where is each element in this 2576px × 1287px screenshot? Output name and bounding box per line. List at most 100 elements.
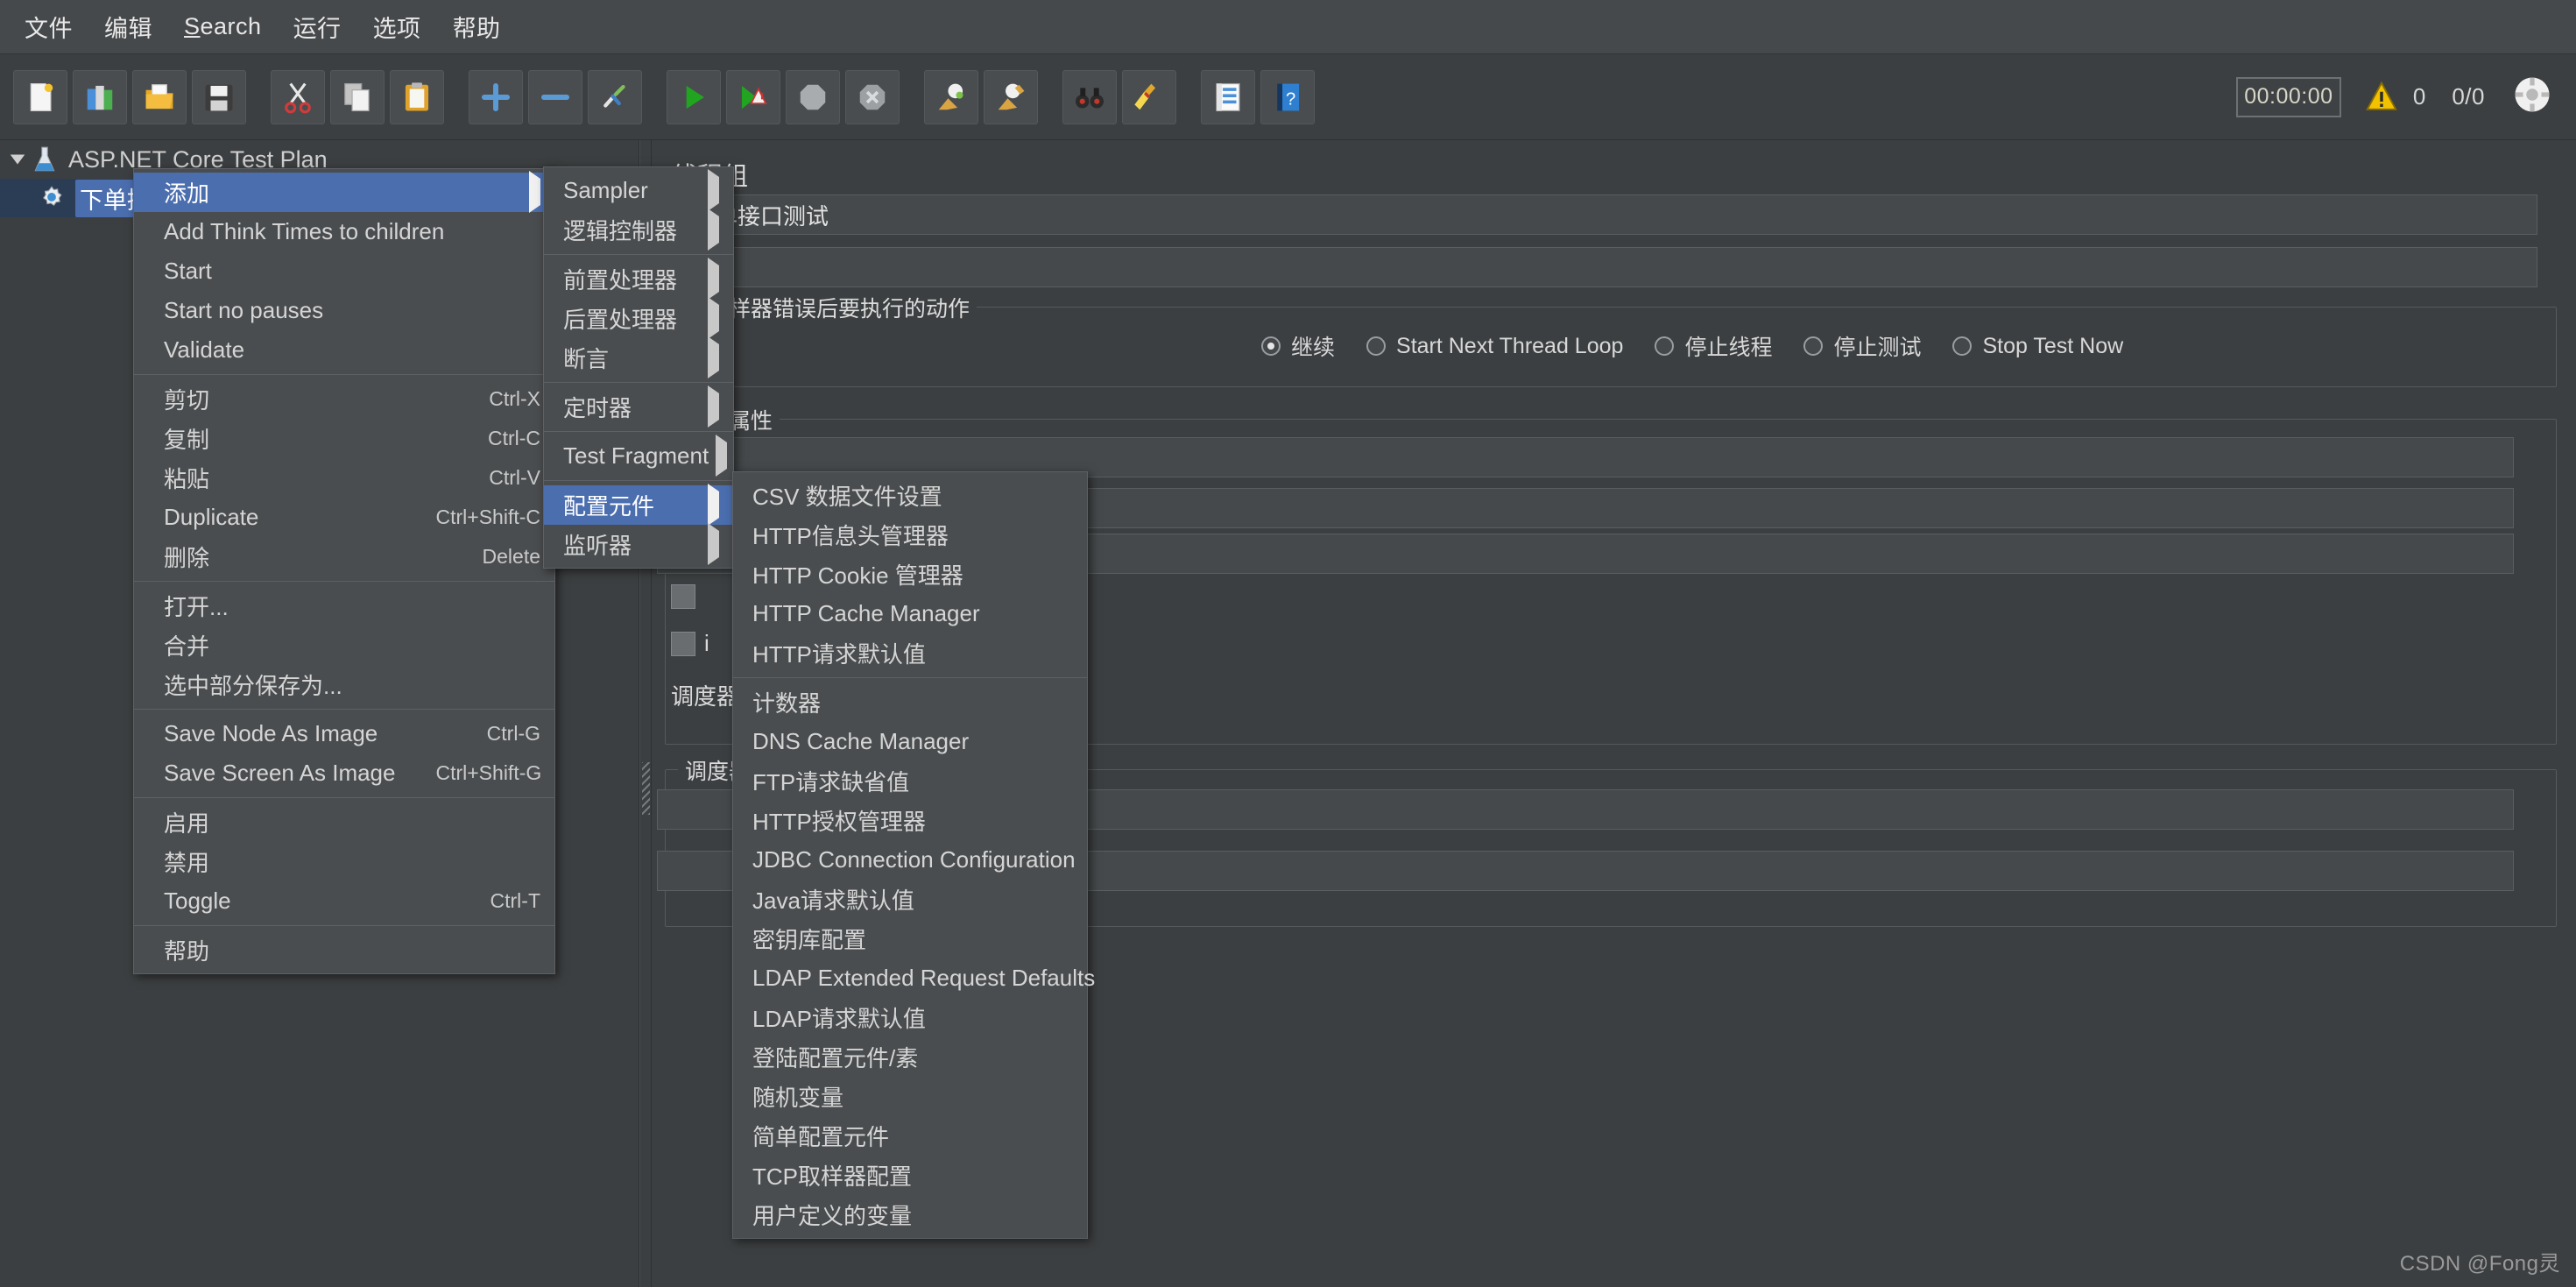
- config-submenu-item-simple-config-element[interactable]: 简单配置元件: [733, 1116, 1087, 1156]
- config-submenu-item-dns-cache-manager[interactable]: DNS Cache Manager: [733, 722, 1087, 761]
- menu-help[interactable]: 帮助: [437, 4, 517, 49]
- radio-stop-test-now[interactable]: Stop Test Now: [1952, 334, 2123, 359]
- context-menu-item-save-node-as-image[interactable]: Save Node As Image Ctrl-G: [134, 714, 554, 753]
- context-menu-item-start[interactable]: Start: [134, 251, 554, 291]
- context-menu-item-delete[interactable]: 删除 Delete: [134, 537, 554, 576]
- config-submenu-item-http-cookie-manager[interactable]: HTTP Cookie 管理器: [733, 555, 1087, 594]
- context-menu-item-enable[interactable]: 启用: [134, 803, 554, 842]
- context-menu-item-copy-label: 复制: [164, 427, 210, 453]
- scheduler-checkbox-row[interactable]: 调度器: [671, 679, 739, 711]
- tree-context-menu[interactable]: 添加 Add Think Times to children Start Sta…: [133, 168, 555, 974]
- search-button[interactable]: [1062, 69, 1117, 124]
- config-submenu-item-keystore-configuration[interactable]: 密钥库配置: [733, 919, 1087, 958]
- config-submenu-item-random-variable[interactable]: 随机变量: [733, 1077, 1087, 1116]
- context-menu-item-add-think-times[interactable]: Add Think Times to children: [134, 212, 554, 251]
- context-menu-item-start-no-pauses[interactable]: Start no pauses: [134, 291, 554, 330]
- menu-run[interactable]: 运行: [278, 4, 357, 49]
- config-submenu-item-ldap-extended-request-defaults[interactable]: LDAP Extended Request Defaults: [733, 958, 1095, 998]
- add-submenu-item-assertion[interactable]: 断言: [544, 336, 733, 378]
- context-menu-item-paste[interactable]: 粘贴 Ctrl-V: [134, 458, 554, 498]
- add-submenu-item-timer[interactable]: 定时器: [544, 385, 733, 428]
- radio-stop-test-now-indicator[interactable]: [1952, 336, 1973, 356]
- menu-file[interactable]: 文件: [9, 4, 88, 49]
- context-menu-item-toggle[interactable]: Toggle Ctrl-T: [134, 881, 554, 921]
- start-button[interactable]: [667, 69, 721, 124]
- add-submenu-item-listener[interactable]: 监听器: [544, 523, 733, 565]
- radio-stop-test[interactable]: 停止测试: [1803, 330, 1921, 362]
- menu-search[interactable]: Search: [168, 8, 278, 46]
- context-menu-item-save-selection-as[interactable]: 选中部分保存为...: [134, 665, 554, 704]
- context-menu-item-help[interactable]: 帮助: [134, 930, 554, 970]
- context-menu-item-save-screen-as-image[interactable]: Save Screen As Image Ctrl+Shift-G: [134, 753, 554, 793]
- context-menu-item-disable[interactable]: 禁用: [134, 842, 554, 881]
- add-submenu-item-logic-controller[interactable]: 逻辑控制器: [544, 209, 733, 251]
- config-submenu-item-tcp-sampler-config[interactable]: TCP取样器配置: [733, 1156, 1087, 1195]
- splitter-grip[interactable]: [642, 762, 650, 815]
- warning-indicator[interactable]: 0: [2364, 80, 2425, 115]
- radio-start-next-loop-indicator[interactable]: [1366, 336, 1387, 356]
- menu-edit[interactable]: 编辑: [88, 4, 168, 49]
- config-element-submenu[interactable]: CSV 数据文件设置 HTTP信息头管理器 HTTP Cookie 管理器 HT…: [732, 471, 1095, 1239]
- clear-all-button[interactable]: [984, 69, 1038, 124]
- radio-stop-test-indicator[interactable]: [1803, 336, 1824, 356]
- new-button[interactable]: [13, 69, 67, 124]
- name-input[interactable]: 下单接口测试: [681, 194, 2537, 235]
- radio-start-next-loop[interactable]: Start Next Thread Loop: [1366, 334, 1623, 359]
- comments-input[interactable]: [681, 247, 2537, 287]
- chevron-down-icon[interactable]: [5, 150, 30, 169]
- add-submenu-item-post-processor[interactable]: 后置处理器: [544, 297, 733, 339]
- add-submenu[interactable]: Sampler 逻辑控制器 前置处理器 后置处理器 断言 定时器 Test Fr…: [543, 166, 734, 569]
- help-button[interactable]: ?: [1260, 69, 1315, 124]
- context-menu-item-copy[interactable]: 复制 Ctrl-C: [134, 419, 554, 458]
- config-submenu-item-ldap-request-defaults[interactable]: LDAP请求默认值: [733, 998, 1087, 1037]
- toggle-button[interactable]: [588, 69, 642, 124]
- thread-status-button[interactable]: [2511, 74, 2553, 120]
- config-submenu-item-http-header-manager[interactable]: HTTP信息头管理器: [733, 515, 1087, 555]
- context-menu-item-validate[interactable]: Validate: [134, 330, 554, 370]
- add-submenu-item-test-fragment[interactable]: Test Fragment: [544, 435, 733, 477]
- same-user-checkbox-row[interactable]: [671, 584, 695, 613]
- config-submenu-item-jdbc-connection-configuration[interactable]: JDBC Connection Configuration: [733, 840, 1087, 880]
- clear-button[interactable]: [924, 69, 978, 124]
- config-submenu-item-ftp-request-defaults[interactable]: FTP请求缺省值: [733, 761, 1087, 801]
- config-submenu-item-counter[interactable]: 计数器: [733, 682, 1087, 722]
- warning-triangle-icon: [2366, 81, 2397, 110]
- config-submenu-item-login-config-element[interactable]: 登陆配置元件/素: [733, 1037, 1087, 1077]
- expand-button[interactable]: [469, 69, 523, 124]
- cut-button[interactable]: [271, 69, 325, 124]
- radio-stop-thread-indicator[interactable]: [1655, 336, 1675, 356]
- config-submenu-item-http-auth-manager[interactable]: HTTP授权管理器: [733, 801, 1087, 840]
- shutdown-button[interactable]: [845, 69, 900, 124]
- collapse-button[interactable]: [528, 69, 582, 124]
- menu-options[interactable]: 选项: [357, 4, 437, 49]
- add-submenu-item-pre-processor[interactable]: 前置处理器: [544, 258, 733, 300]
- radio-continue-indicator[interactable]: [1261, 336, 1281, 356]
- same-user-checkbox[interactable]: [671, 584, 695, 609]
- open-button[interactable]: [132, 69, 187, 124]
- context-menu-item-add[interactable]: 添加: [134, 171, 554, 213]
- config-submenu-item-http-cache-manager[interactable]: HTTP Cache Manager: [733, 594, 1087, 633]
- delay-thread-checkbox-row[interactable]: i: [671, 630, 709, 657]
- config-submenu-item-user-defined-variables[interactable]: 用户定义的变量: [733, 1195, 1087, 1234]
- chevron-right-icon: [681, 336, 719, 378]
- copy-button[interactable]: [330, 69, 385, 124]
- function-helper-button[interactable]: [1201, 69, 1255, 124]
- radio-continue[interactable]: 继续: [1261, 330, 1335, 362]
- start-no-pauses-button[interactable]: [726, 69, 780, 124]
- paste-button[interactable]: [390, 69, 444, 124]
- broom-button[interactable]: [1122, 69, 1176, 124]
- context-menu-item-duplicate[interactable]: Duplicate Ctrl+Shift-C: [134, 498, 554, 537]
- context-menu-item-cut[interactable]: 剪切 Ctrl-X: [134, 379, 554, 419]
- context-menu-item-open[interactable]: 打开...: [134, 586, 554, 626]
- stop-button[interactable]: [786, 69, 840, 124]
- delay-thread-checkbox[interactable]: [671, 631, 695, 656]
- add-submenu-item-config-element[interactable]: 配置元件: [544, 484, 733, 526]
- config-submenu-item-java-request-defaults[interactable]: Java请求默认值: [733, 880, 1087, 919]
- add-submenu-item-sampler[interactable]: Sampler: [544, 169, 733, 211]
- config-submenu-item-http-request-defaults[interactable]: HTTP请求默认值: [733, 633, 1087, 673]
- templates-button[interactable]: [73, 69, 127, 124]
- radio-stop-thread[interactable]: 停止线程: [1655, 330, 1772, 362]
- context-menu-item-merge[interactable]: 合并: [134, 626, 554, 665]
- save-button[interactable]: [192, 69, 246, 124]
- config-submenu-item-csv-data-set[interactable]: CSV 数据文件设置: [733, 476, 1087, 515]
